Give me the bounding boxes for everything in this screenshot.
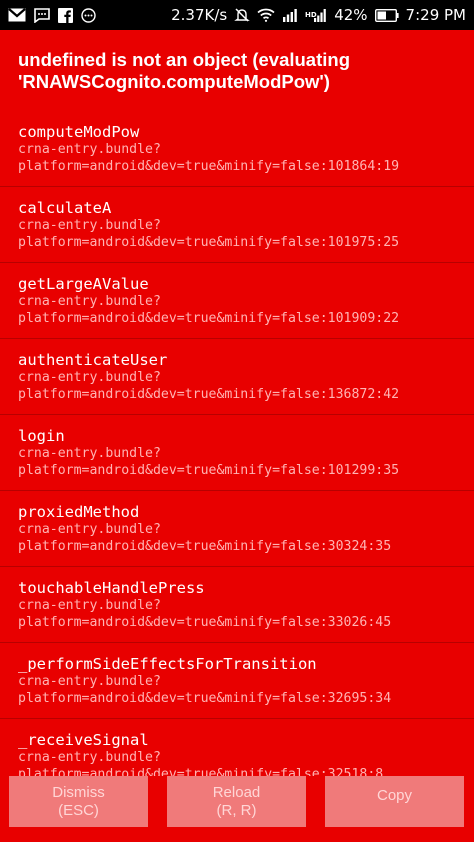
stack-frame-file: crna-entry.bundle? xyxy=(18,674,161,689)
facebook-icon xyxy=(58,7,73,23)
reload-button-shortcut: (R, R) xyxy=(216,801,257,819)
battery-percent: 42% xyxy=(334,6,368,24)
stack-trace-list[interactable]: computeModPow crna-entry.bundle? platfor… xyxy=(0,111,474,777)
error-message: undefined is not an object (evaluating '… xyxy=(18,49,350,92)
stack-frame-method: proxiedMethod xyxy=(18,503,140,521)
stack-frame[interactable]: proxiedMethod crna-entry.bundle? platfor… xyxy=(0,491,474,567)
stack-frame-method: calculateA xyxy=(18,199,112,217)
stack-frame[interactable]: touchableHandlePress crna-entry.bundle? … xyxy=(0,567,474,643)
stack-frame-location: platform=android&dev=true&minify=false:1… xyxy=(18,310,400,326)
stack-frame-method: authenticateUser xyxy=(18,351,168,369)
stack-frame-file: crna-entry.bundle? xyxy=(18,446,161,461)
stack-frame-method: _receiveSignal xyxy=(18,731,149,749)
stack-frame-method: login xyxy=(18,427,65,445)
signal-icon xyxy=(282,8,298,22)
redbox-button-bar: Dismiss (ESC) Reload (R, R) Copy xyxy=(0,776,474,842)
mute-icon xyxy=(234,7,251,23)
stack-frame-location: platform=android&dev=true&minify=false:3… xyxy=(18,538,392,554)
stack-frame-file: crna-entry.bundle? xyxy=(18,598,161,613)
stack-frame-location: platform=android&dev=true&minify=false:1… xyxy=(18,386,400,402)
reload-button[interactable]: Reload (R, R) xyxy=(167,776,306,827)
stack-frame-method: touchableHandlePress xyxy=(18,579,205,597)
gmail-icon xyxy=(8,8,26,22)
stack-frame[interactable]: _performSideEffectsForTransition crna-en… xyxy=(0,643,474,719)
stack-frame[interactable]: getLargeAValue crna-entry.bundle? platfo… xyxy=(0,263,474,339)
status-bar-system: 2.37K/s HD 42% 7:29 PM xyxy=(171,6,466,24)
stack-frame[interactable]: authenticateUser crna-entry.bundle? plat… xyxy=(0,339,474,415)
stack-frame[interactable]: login crna-entry.bundle? platform=androi… xyxy=(0,415,474,491)
stack-frame-file: crna-entry.bundle? xyxy=(18,294,161,309)
wifi-icon xyxy=(257,8,275,22)
copy-button-label: Copy xyxy=(376,787,413,804)
hd-signal-icon: HD xyxy=(305,8,327,22)
status-bar-notifications xyxy=(8,7,96,23)
stack-frame-location: platform=android&dev=true&minify=false:1… xyxy=(18,234,400,250)
stack-frame-location: platform=android&dev=true&minify=false:3… xyxy=(18,690,392,706)
clock: 7:29 PM xyxy=(405,6,466,24)
stack-frame-location: platform=android&dev=true&minify=false:1… xyxy=(18,462,400,478)
copy-button[interactable]: Copy xyxy=(325,776,464,827)
stack-frame-file: crna-entry.bundle? xyxy=(18,142,161,157)
dismiss-button[interactable]: Dismiss (ESC) xyxy=(9,776,148,827)
svg-text:HD: HD xyxy=(305,11,317,19)
stack-frame[interactable]: _receiveSignal crna-entry.bundle? platfo… xyxy=(0,719,474,777)
stack-frame-file: crna-entry.bundle? xyxy=(18,522,161,537)
network-speed: 2.37K/s xyxy=(171,6,228,24)
battery-icon xyxy=(374,8,399,22)
stack-frame-method: getLargeAValue xyxy=(18,275,149,293)
stack-frame-file: crna-entry.bundle? xyxy=(18,218,161,233)
reload-button-label: Reload xyxy=(212,783,261,801)
status-bar: 2.37K/s HD 42% 7:29 PM xyxy=(0,0,474,30)
stack-frame-method: computeModPow xyxy=(18,123,140,141)
dismiss-button-label: Dismiss xyxy=(52,783,105,801)
stack-frame[interactable]: calculateA crna-entry.bundle? platform=a… xyxy=(0,187,474,263)
more-icon xyxy=(81,7,96,23)
message-icon xyxy=(34,7,50,23)
redbox-error-screen: 2.37K/s HD 42% 7:29 PM undefined is not … xyxy=(0,0,474,842)
stack-frame-file: crna-entry.bundle? xyxy=(18,370,161,385)
stack-frame-location: platform=android&dev=true&minify=false:1… xyxy=(18,158,400,174)
stack-frame-method: _performSideEffectsForTransition xyxy=(18,655,317,673)
stack-frame-file: crna-entry.bundle? xyxy=(18,750,161,765)
stack-frame-location: platform=android&dev=true&minify=false:3… xyxy=(18,614,392,630)
dismiss-button-shortcut: (ESC) xyxy=(58,801,99,819)
stack-frame[interactable]: computeModPow crna-entry.bundle? platfor… xyxy=(0,111,474,187)
